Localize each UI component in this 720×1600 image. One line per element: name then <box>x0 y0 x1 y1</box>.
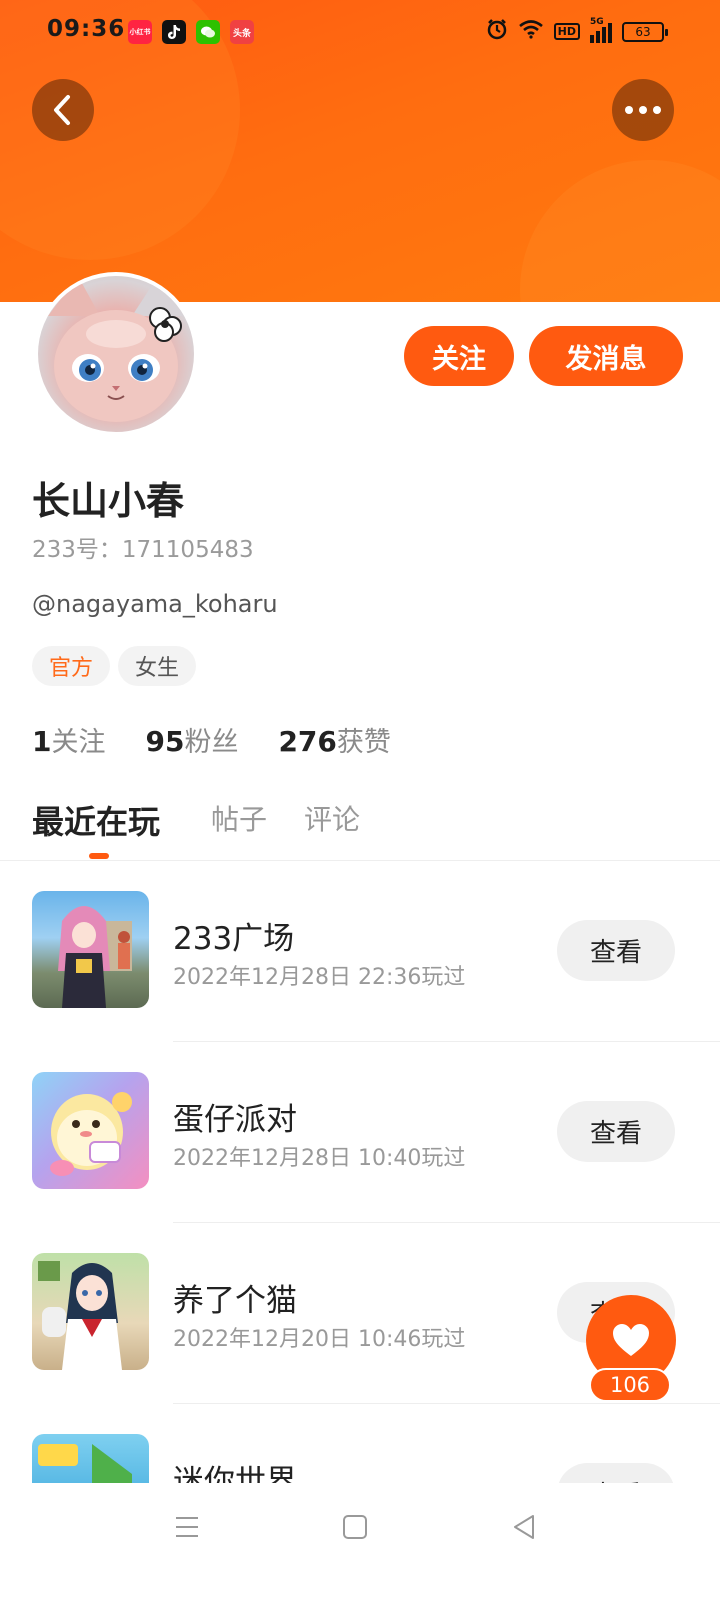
profile-uid: 233号：171105483 <box>32 537 254 563</box>
network-type: 5G <box>590 16 604 27</box>
list-item[interactable]: 迷你世界 查看 <box>0 1404 720 1483</box>
game-thumbnail[interactable] <box>32 891 149 1008</box>
more-dots-icon <box>625 106 661 114</box>
view-button[interactable]: 查看 <box>557 1463 675 1483</box>
game-name: 蛋仔派对 <box>173 1102 297 1138</box>
status-bar: 09:36 小红书 头条 HD 5G 63 <box>0 0 720 64</box>
battery-icon: 63 <box>622 21 668 42</box>
likes-count: 276 <box>278 725 337 758</box>
tab-recently-played[interactable]: 最近在玩 <box>32 797 160 843</box>
played-time: 2022年12月28日 10:40玩过 <box>173 1146 466 1171</box>
app-label: 小红书 <box>129 28 151 36</box>
game-name: 养了个猫 <box>173 1283 297 1319</box>
menu-icon <box>176 1517 198 1537</box>
banner-decoration <box>520 160 720 302</box>
wechat-app-icon <box>196 20 220 44</box>
gender-tag: 女生 <box>118 646 196 686</box>
xiaohongshu-app-icon: 小红书 <box>128 20 152 44</box>
menu-nav-button[interactable] <box>167 1507 207 1547</box>
followers-label: 粉丝 <box>184 727 239 758</box>
game-thumbnail[interactable] <box>32 1434 149 1483</box>
view-button[interactable]: 查看 <box>557 920 675 981</box>
likes-stat[interactable]: 276获赞 <box>278 720 390 759</box>
back-nav-button[interactable] <box>504 1507 544 1547</box>
profile-page: 09:36 小红书 头条 HD 5G 63 关注 发消息 长山小春 233号：1… <box>0 0 720 1600</box>
following-label: 关注 <box>51 727 106 758</box>
game-thumbnail[interactable] <box>32 1253 149 1370</box>
signal-icon: 5G <box>590 17 612 43</box>
alarm-icon <box>486 18 508 45</box>
played-time: 2022年12月20日 10:46玩过 <box>173 1327 466 1352</box>
hd-badge: HD <box>553 23 580 40</box>
followers-count: 95 <box>145 725 185 758</box>
view-button[interactable]: 查看 <box>557 1101 675 1162</box>
profile-handle: @nagayama_koharu <box>32 590 278 618</box>
following-stat[interactable]: 1关注 <box>32 720 105 759</box>
following-count: 1 <box>32 725 52 758</box>
tab-posts[interactable]: 帖子 <box>211 798 267 838</box>
back-button[interactable] <box>32 79 94 141</box>
heart-icon <box>613 1324 649 1356</box>
chevron-left-icon <box>54 95 70 125</box>
game-thumbnail[interactable] <box>32 1072 149 1189</box>
more-button[interactable] <box>612 79 674 141</box>
game-name: 迷你世界 <box>173 1464 297 1483</box>
battery-level: 63 <box>635 24 651 39</box>
follow-button[interactable]: 关注 <box>404 326 514 386</box>
home-square-icon <box>343 1515 367 1539</box>
list-item[interactable]: 233广场 2022年12月28日 22:36玩过 查看 <box>0 861 720 1042</box>
official-tag: 官方 <box>32 646 110 686</box>
tab-comments[interactable]: 评论 <box>304 798 360 838</box>
like-count: 106 <box>589 1368 671 1402</box>
profile-name: 长山小春 <box>32 479 185 523</box>
system-nav-bar <box>0 1483 720 1600</box>
played-time: 2022年12月28日 22:36玩过 <box>173 965 466 990</box>
tiktok-app-icon <box>162 20 186 44</box>
avatar[interactable] <box>34 272 198 436</box>
wifi-icon <box>518 19 544 44</box>
profile-stats: 1关注 95粉丝 276获赞 <box>32 720 391 759</box>
tab-indicator <box>89 853 109 859</box>
send-message-button[interactable]: 发消息 <box>529 326 683 386</box>
likes-label: 获赞 <box>336 727 391 758</box>
status-right: HD 5G 63 <box>486 17 668 45</box>
back-triangle-icon <box>514 1515 534 1539</box>
app-label: 头条 <box>232 28 251 39</box>
status-time: 09:36 <box>47 16 126 42</box>
cat-avatar-image <box>38 276 194 432</box>
home-nav-button[interactable] <box>335 1507 375 1547</box>
game-name: 233广场 <box>173 921 295 957</box>
toutiao-app-icon: 头条 <box>230 20 254 44</box>
list-item[interactable]: 蛋仔派对 2022年12月28日 10:40玩过 查看 <box>0 1042 720 1223</box>
followers-stat[interactable]: 95粉丝 <box>145 720 238 759</box>
